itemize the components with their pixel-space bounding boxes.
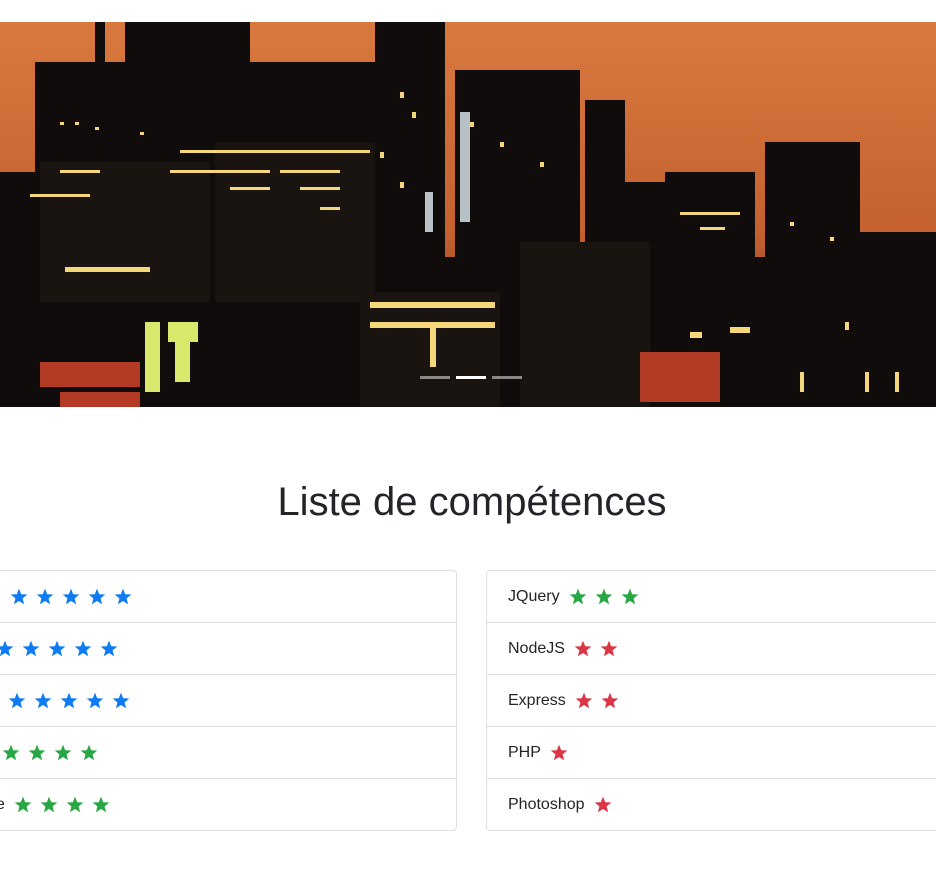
city-skyline-image — [0, 22, 936, 407]
carousel-indicator-3[interactable] — [492, 376, 522, 379]
skill-row: Express — [487, 675, 936, 727]
skill-rating — [10, 588, 132, 605]
skill-row — [0, 571, 456, 623]
star-icon — [112, 692, 130, 709]
star-icon — [10, 588, 28, 605]
star-icon — [86, 692, 104, 709]
star-icon — [2, 744, 20, 761]
star-icon — [34, 692, 52, 709]
skill-rating — [2, 744, 98, 761]
star-icon — [8, 692, 26, 709]
star-icon — [40, 796, 58, 813]
skill-row — [0, 623, 456, 675]
star-icon — [74, 640, 92, 657]
star-icon — [92, 796, 110, 813]
skill-row: Photoshop — [487, 779, 936, 830]
skill-name: PHP — [508, 743, 541, 761]
star-icon — [36, 588, 54, 605]
skills-title: Liste de compétences — [277, 480, 667, 524]
skill-rating — [575, 692, 619, 709]
skill-row: NodeJS — [487, 623, 936, 675]
star-icon — [621, 588, 639, 605]
skills-list-left: te — [0, 570, 457, 831]
star-icon — [80, 744, 98, 761]
star-icon — [22, 640, 40, 657]
skill-rating — [569, 588, 639, 605]
skill-row: e — [0, 779, 456, 830]
skill-name: NodeJS — [508, 639, 565, 657]
star-icon — [0, 640, 14, 657]
star-icon — [594, 796, 612, 813]
skill-row: t — [0, 727, 456, 779]
skill-name: e — [0, 796, 5, 814]
carousel[interactable] — [0, 22, 936, 407]
carousel-indicator-2[interactable] — [456, 376, 486, 379]
star-icon — [595, 588, 613, 605]
star-icon — [100, 640, 118, 657]
skill-rating — [0, 640, 118, 657]
skill-row: JQuery — [487, 571, 936, 623]
star-icon — [28, 744, 46, 761]
star-icon — [569, 588, 587, 605]
star-icon — [114, 588, 132, 605]
star-icon — [575, 692, 593, 709]
star-icon — [88, 588, 106, 605]
star-icon — [66, 796, 84, 813]
skill-rating — [14, 796, 110, 813]
star-icon — [550, 744, 568, 761]
skill-name: Photoshop — [508, 795, 585, 813]
carousel-indicator-1[interactable] — [420, 376, 450, 379]
skill-row — [0, 675, 456, 727]
star-icon — [14, 796, 32, 813]
star-icon — [574, 640, 592, 657]
star-icon — [54, 744, 72, 761]
skill-rating — [594, 796, 612, 813]
skill-name: Express — [508, 691, 566, 709]
star-icon — [600, 640, 618, 657]
star-icon — [62, 588, 80, 605]
page: Liste de compétences te JQuery NodeJS Expr… — [0, 0, 936, 893]
skill-rating — [8, 692, 130, 709]
skill-name: JQuery — [508, 587, 560, 605]
carousel-indicators — [0, 376, 936, 382]
skills-list-right: JQuery NodeJS Express PHP Photoshop — [486, 570, 936, 831]
star-icon — [60, 692, 78, 709]
skill-rating — [574, 640, 618, 657]
skill-rating — [550, 744, 568, 761]
skill-row: PHP — [487, 727, 936, 779]
star-icon — [601, 692, 619, 709]
star-icon — [48, 640, 66, 657]
